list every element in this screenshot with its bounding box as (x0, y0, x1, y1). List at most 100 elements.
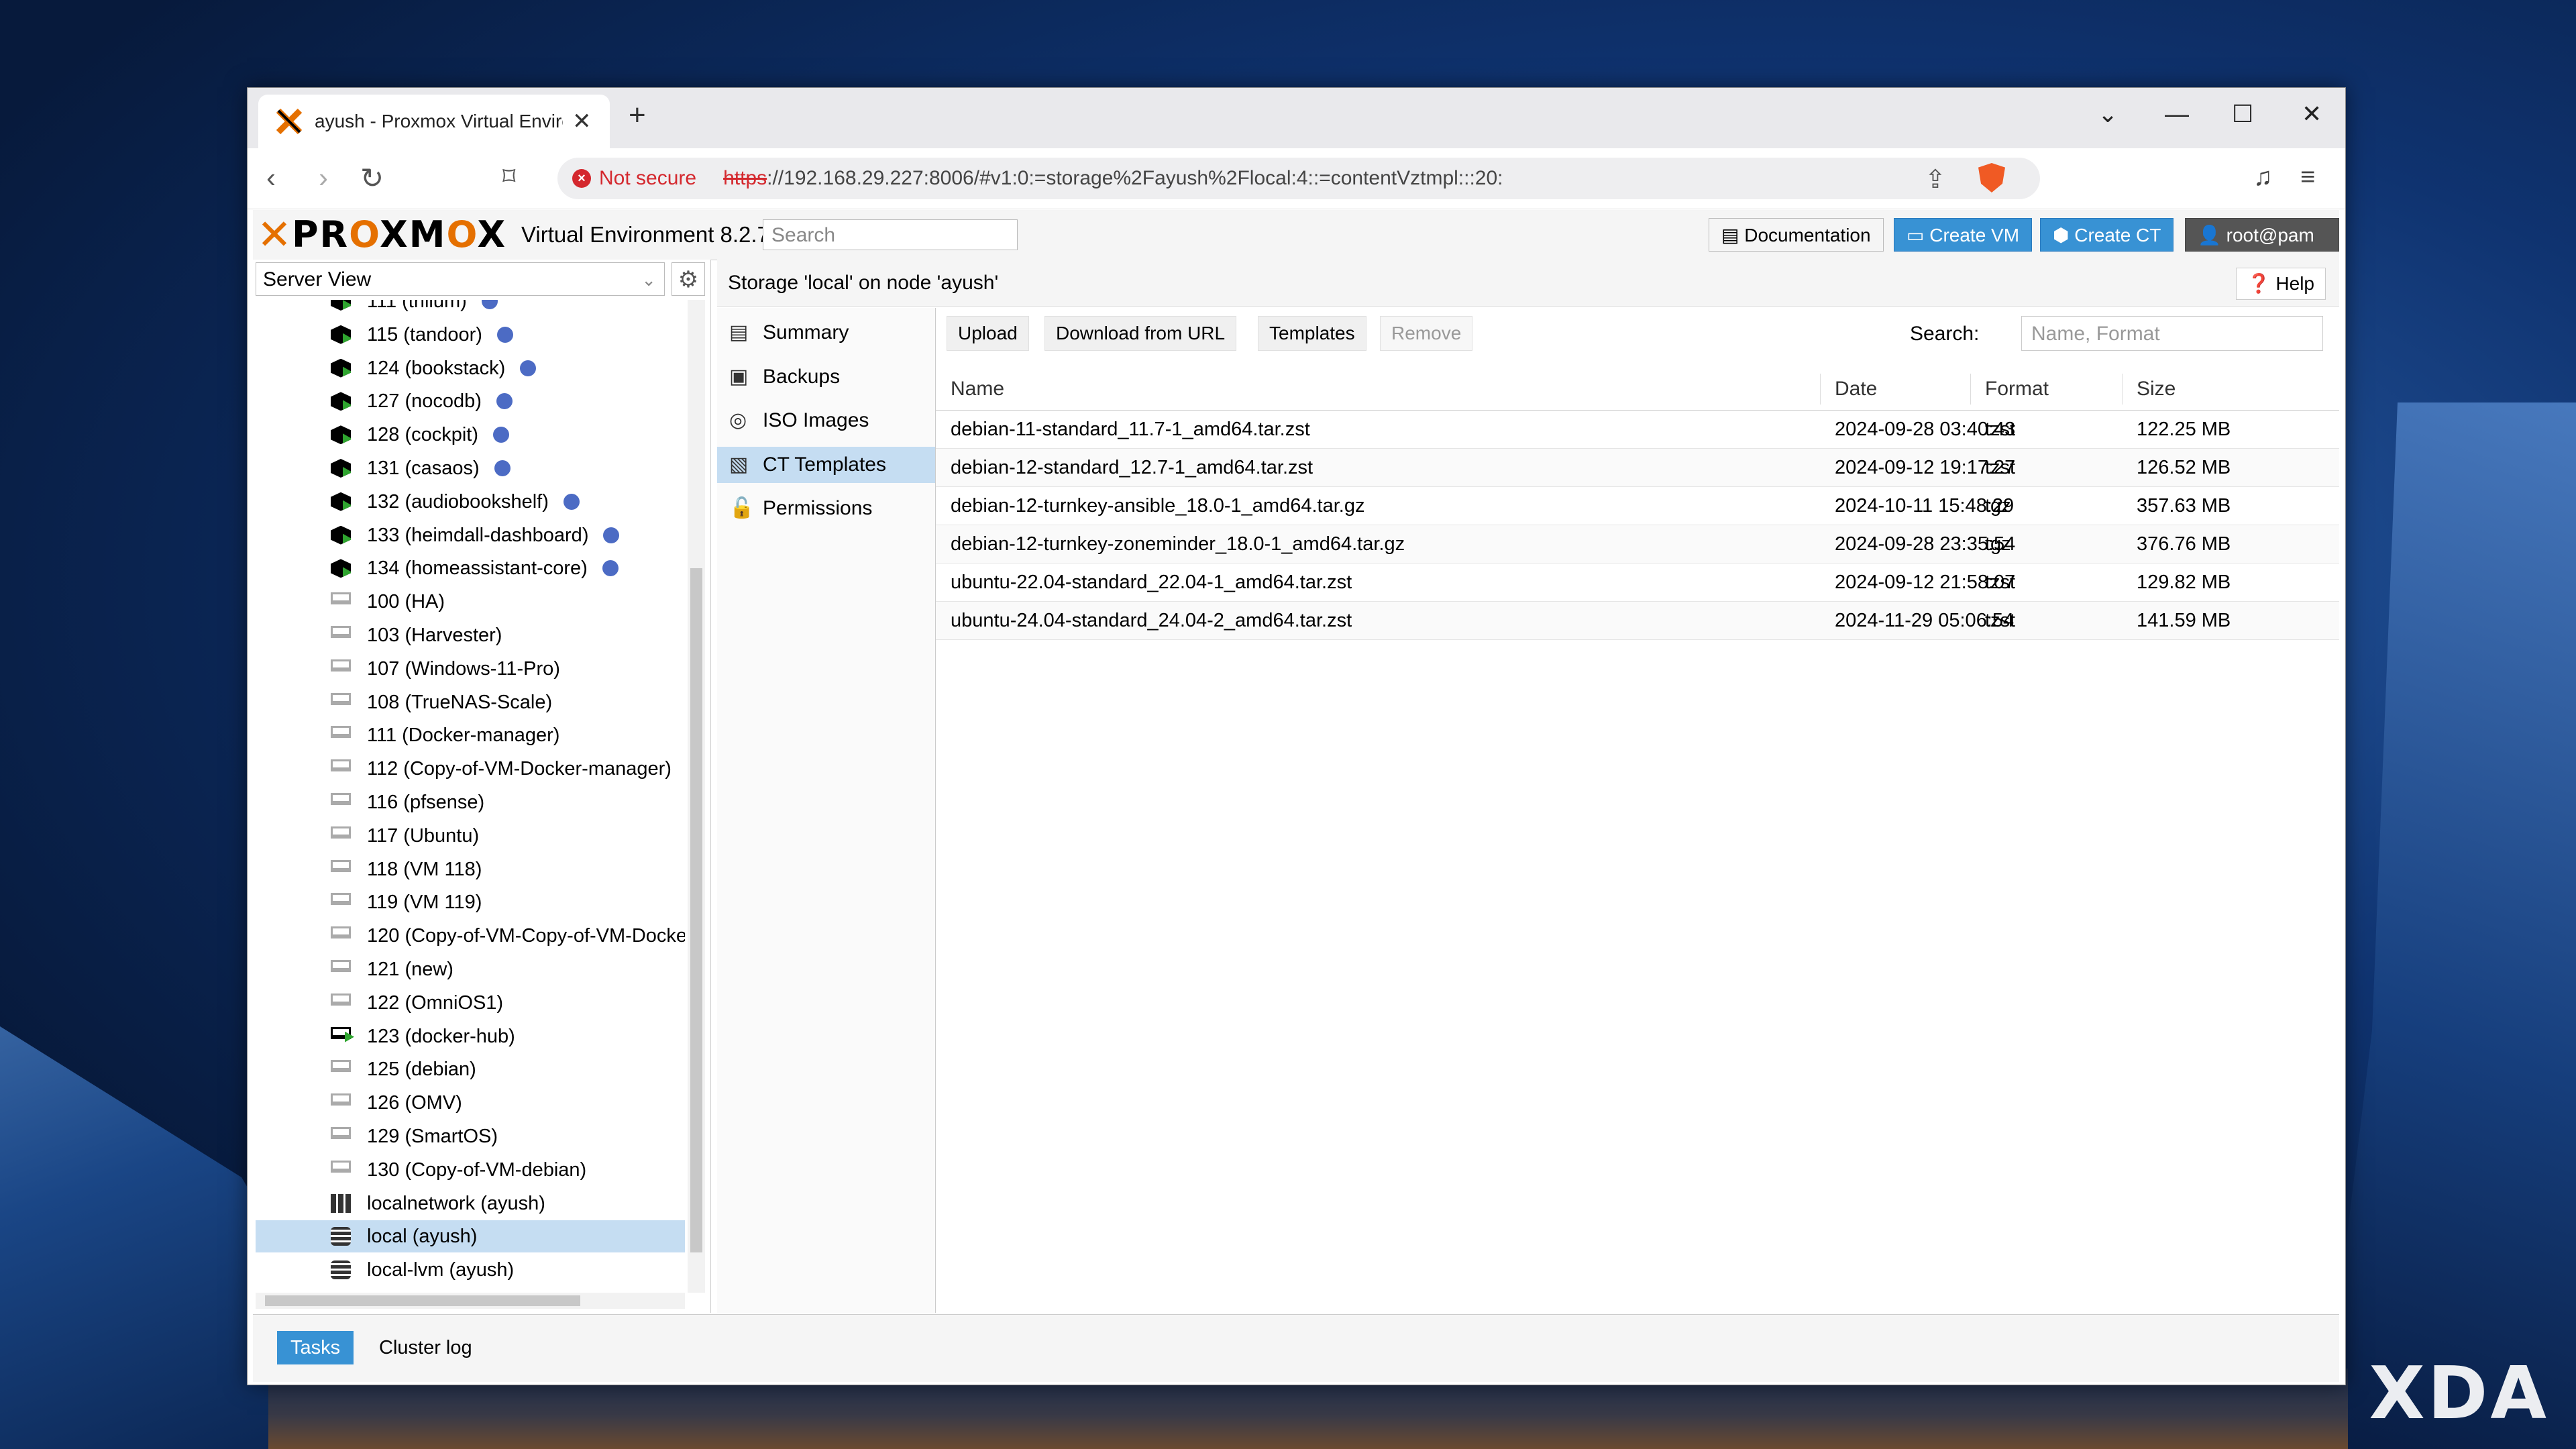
forward-icon[interactable]: › (319, 162, 328, 194)
templates-button[interactable]: Templates (1258, 316, 1366, 351)
tree-item[interactable]: 111 (Docker-manager) (256, 719, 685, 751)
url-bar[interactable]: × Not secure https://192.168.29.227:8006… (557, 158, 2040, 199)
tree-item[interactable]: 130 (Copy-of-VM-debian) (256, 1154, 685, 1186)
scrollbar-thumb[interactable] (265, 1295, 580, 1306)
pve-search-input[interactable]: Search (763, 219, 1018, 250)
tree-item-label: 103 (Harvester) (367, 625, 502, 646)
tree-item[interactable]: 108 (TrueNAS-Scale) (256, 686, 685, 718)
tree-item[interactable]: 119 (VM 119) (256, 886, 685, 918)
maximize-icon[interactable]: ☐ (2232, 100, 2253, 128)
tree-item[interactable]: 120 (Copy-of-VM-Copy-of-VM-Docker-manage… (256, 920, 685, 952)
tree-item[interactable]: 118 (VM 118) (256, 853, 685, 885)
view-selector[interactable]: Server View ⌄ (256, 262, 665, 296)
upload-button[interactable]: Upload (947, 316, 1029, 351)
scrollbar-thumb[interactable] (690, 568, 702, 1252)
tree-item[interactable]: local-lvm (ayush) (256, 1254, 685, 1286)
floppy-icon: ▣ (729, 365, 749, 388)
tree-item-label: 134 (homeassistant-core) (367, 557, 588, 580)
tab-list-chevron-icon[interactable]: ⌄ (2098, 100, 2118, 128)
vm-icon (331, 926, 351, 939)
tree-item[interactable]: 126 (OMV) (256, 1087, 685, 1119)
vm-icon (331, 960, 351, 972)
tree-item[interactable]: 107 (Windows-11-Pro) (256, 653, 685, 685)
new-tab-button[interactable]: + (629, 99, 646, 132)
bookmark-icon[interactable]: ⌑ (502, 162, 516, 192)
table-row[interactable]: debian-12-turnkey-zoneminder_18.0-1_amd6… (936, 525, 2339, 564)
tab-tasks[interactable]: Tasks (277, 1331, 354, 1364)
tab-cluster-log[interactable]: Cluster log (366, 1331, 486, 1364)
tree-horizontal-scrollbar[interactable] (256, 1293, 685, 1309)
column-header[interactable]: Format (1985, 368, 2049, 410)
table-row[interactable]: debian-12-standard_12.7-1_amd64.tar.zst 2… (936, 449, 2339, 487)
close-window-icon[interactable]: ✕ (2302, 100, 2322, 128)
tree-item[interactable]: 129 (SmartOS) (256, 1120, 685, 1152)
documentation-label: Documentation (1744, 225, 1871, 246)
tree-item[interactable]: 134 (homeassistant-core) (256, 552, 685, 584)
tree-item[interactable]: 112 (Copy-of-VM-Docker-manager) (256, 753, 685, 785)
tree-item[interactable]: 116 (pfsense) (256, 786, 685, 818)
tree-item[interactable]: localnetwork (ayush) (256, 1187, 685, 1220)
container-icon (331, 392, 351, 411)
proxmox-favicon-icon (276, 108, 303, 135)
table-row[interactable]: debian-12-turnkey-ansible_18.0-1_amd64.t… (936, 487, 2339, 525)
user-label: root@pam (2226, 225, 2314, 246)
download-from-url-button[interactable]: Download from URL (1044, 316, 1237, 351)
minimize-icon[interactable]: — (2165, 100, 2189, 128)
table-row[interactable]: ubuntu-22.04-standard_22.04-1_amd64.tar.… (936, 564, 2339, 602)
vm-icon (331, 659, 351, 672)
tree-item-label: 116 (pfsense) (367, 792, 485, 813)
tree-item[interactable]: 100 (HA) (256, 586, 685, 618)
grid-toolbar: Upload Download from URL Templates Remov… (936, 308, 2339, 368)
nav-item[interactable]: 🔓 Permissions (717, 490, 935, 527)
tree-item-label: 124 (bookstack) (367, 357, 506, 379)
tree-item-label: 123 (docker-hub) (367, 1025, 515, 1047)
table-row[interactable]: ubuntu-24.04-standard_24.04-2_amd64.tar.… (936, 602, 2339, 640)
chevron-down-icon: ⌄ (641, 270, 656, 290)
back-icon[interactable]: ‹ (266, 162, 276, 194)
nav-item[interactable]: ▧ CT Templates (717, 446, 935, 483)
table-row[interactable]: debian-11-standard_11.7-1_amd64.tar.zst 2… (936, 411, 2339, 449)
tree-item[interactable]: 115 (tandoor) (256, 319, 685, 351)
vm-icon (331, 793, 351, 805)
tree-item[interactable]: 117 (Ubuntu) (256, 820, 685, 852)
background-mountain-right (2321, 402, 2576, 1449)
tree-item[interactable]: 122 (OmniOS1) (256, 987, 685, 1019)
tree-vertical-scrollbar[interactable] (688, 300, 705, 1293)
documentation-button[interactable]: ▤ Documentation (1709, 218, 1884, 252)
tree-item[interactable]: 111 (trilium) (256, 300, 685, 317)
browser-tab[interactable]: ayush - Proxmox Virtual Environ ✕ (258, 95, 610, 148)
column-header[interactable]: Date (1835, 368, 1877, 410)
tree-item[interactable]: 125 (debian) (256, 1053, 685, 1085)
tree-item[interactable]: 128 (cockpit) (256, 419, 685, 451)
tree-item[interactable]: local (ayush) (256, 1220, 685, 1253)
column-header[interactable]: Size (2137, 368, 2176, 410)
create-vm-button[interactable]: ▭ Create VM (1894, 218, 2033, 252)
tree-item[interactable]: 127 (nocodb) (256, 385, 685, 417)
tree-item[interactable]: 133 (heimdall-dashboard) (256, 519, 685, 551)
media-icon[interactable]: ♫ (2253, 163, 2273, 192)
reload-icon[interactable]: ↻ (360, 162, 384, 195)
create-vm-label: Create VM (1929, 225, 2020, 246)
close-tab-icon[interactable]: ✕ (572, 108, 592, 135)
book-icon: ▤ (1721, 225, 1745, 246)
search-input[interactable]: Name, Format (2021, 316, 2323, 351)
user-menu-button[interactable]: 👤 root@pam ⌄ (2185, 218, 2339, 279)
nav-item[interactable]: ▣ Backups (717, 359, 935, 395)
gear-icon[interactable]: ⚙ (672, 262, 705, 296)
table-cell: debian-11-standard_11.7-1_amd64.tar.zst (951, 419, 1310, 440)
menu-icon[interactable]: ≡ (2300, 163, 2315, 192)
nav-item[interactable]: ◎ ISO Images (717, 402, 935, 439)
share-icon[interactable]: ⇪ (1925, 164, 1946, 195)
tree-item[interactable]: 131 (casaos) (256, 452, 685, 484)
create-ct-button[interactable]: ⬢ Create CT (2040, 218, 2174, 252)
tree-item[interactable]: 124 (bookstack) (256, 352, 685, 384)
help-button[interactable]: ❓ Help (2235, 268, 2326, 300)
tree-item[interactable]: 121 (new) (256, 953, 685, 985)
vm-icon (331, 626, 351, 638)
nav-item[interactable]: ▤ Summary (717, 315, 935, 351)
tree-item[interactable]: 123 (docker-hub) (256, 1020, 685, 1053)
column-header[interactable]: Name (951, 368, 1004, 410)
tree-item[interactable]: 132 (audiobookshelf) (256, 486, 685, 518)
remove-button[interactable]: Remove (1380, 316, 1473, 351)
tree-item[interactable]: 103 (Harvester) (256, 619, 685, 651)
